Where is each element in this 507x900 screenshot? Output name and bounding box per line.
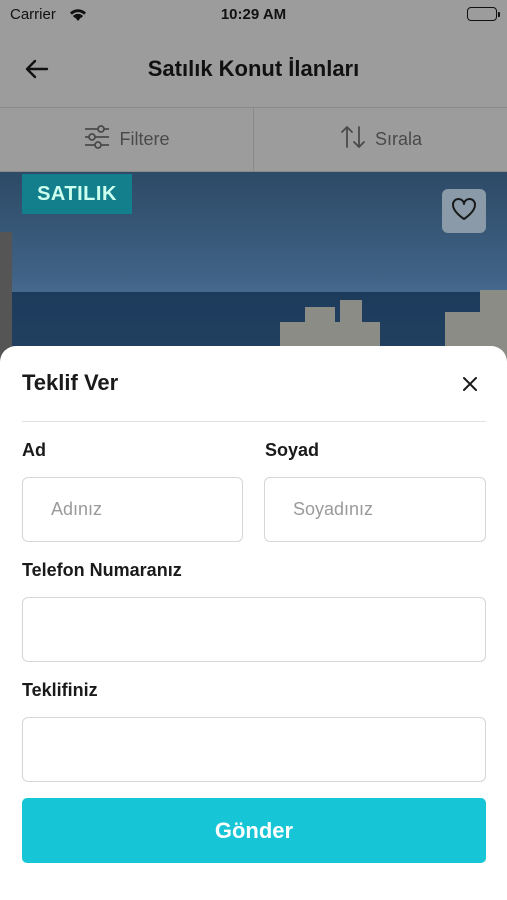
filter-label: Filtere xyxy=(119,129,170,149)
navigation-bar: Satılık Konut İlanları xyxy=(0,30,507,108)
phone-field[interactable] xyxy=(22,597,486,662)
first-name-label: Ad xyxy=(22,440,46,460)
sort-button[interactable]: Sırala xyxy=(254,108,507,171)
submit-button[interactable]: Gönder xyxy=(22,798,486,863)
phone-label: Telefon Numaranız xyxy=(22,560,182,580)
heart-icon xyxy=(450,196,478,227)
phone-input[interactable] xyxy=(23,598,485,661)
status-bar: Carrier 10:29 AM xyxy=(0,0,507,30)
favorite-button[interactable] xyxy=(442,189,486,233)
offer-sheet: Teklif Ver Ad Soyad Telefon Numaranız Te… xyxy=(0,346,507,900)
filter-sort-toolbar: Filtere Sırala xyxy=(0,108,507,172)
last-name-field[interactable] xyxy=(264,477,486,542)
sort-arrows-icon xyxy=(339,124,367,155)
first-name-input[interactable] xyxy=(23,478,242,541)
offer-field[interactable] xyxy=(22,717,486,782)
sheet-title: Teklif Ver xyxy=(22,370,119,395)
close-icon[interactable] xyxy=(460,374,480,394)
last-name-label: Soyad xyxy=(265,440,320,460)
filter-button[interactable]: Filtere xyxy=(0,108,254,171)
page-title: Satılık Konut İlanları xyxy=(147,56,360,81)
offer-label: Teklifiniz xyxy=(22,680,98,700)
sheet-header: Teklif Ver xyxy=(22,368,486,422)
clock: 10:29 AM xyxy=(220,6,287,23)
offer-input[interactable] xyxy=(23,718,485,781)
sort-label: Sırala xyxy=(374,129,423,149)
first-name-field[interactable] xyxy=(22,477,243,542)
sliders-icon xyxy=(83,124,111,155)
last-name-input[interactable] xyxy=(265,478,485,541)
sale-badge: SATILIK xyxy=(22,174,132,214)
battery-icon xyxy=(467,7,500,21)
